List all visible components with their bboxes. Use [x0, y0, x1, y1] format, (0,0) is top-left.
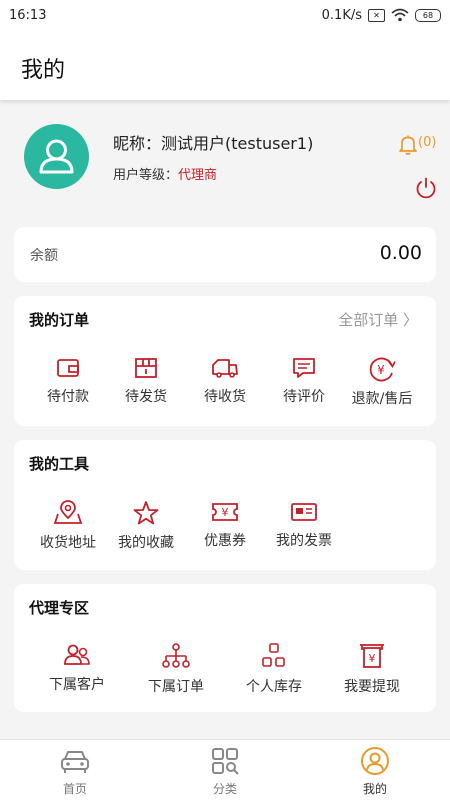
svg-text:¥: ¥ [369, 652, 376, 665]
all-orders-link[interactable]: 全部订单 〉 [338, 309, 418, 330]
order-pending-review[interactable]: 待评价 [264, 356, 344, 406]
status-bar: 16:13 0.1K/s ✕ 68 [0, 0, 450, 30]
package-icon [135, 358, 157, 378]
level-label: 用户等级： [113, 168, 179, 183]
car-icon [61, 751, 89, 773]
hierarchy-icon [162, 643, 190, 668]
agent-item-label: 个人库存 [246, 679, 302, 695]
agent-orders[interactable]: 下属订单 [136, 642, 216, 696]
order-item-label: 待评价 [283, 389, 325, 405]
tools-card: 我的工具 收货地址 我的收藏 ¥ 优惠券 我的发票 [14, 440, 436, 570]
balance-value: 0.00 [379, 242, 422, 264]
agent-inventory[interactable]: 个人库存 [234, 642, 314, 696]
orders-title: 我的订单 [29, 311, 90, 329]
agent-card: 代理专区 下属客户 下属订单 个人库存 ¥ 我要提现 [14, 584, 436, 712]
order-pending-shipment[interactable]: 待发货 [106, 356, 186, 406]
network-speed: 0.1K/s [321, 7, 362, 23]
level-row: 用户等级：代理商 [113, 164, 217, 183]
tool-item-label: 收货地址 [40, 535, 96, 551]
page-header: 我的 [0, 30, 450, 100]
tools-title: 我的工具 [29, 455, 90, 473]
user-icon [361, 747, 389, 775]
tool-invoices[interactable]: 我的发票 [264, 500, 344, 550]
tab-mine[interactable]: 我的 [335, 746, 415, 797]
balance-label: 余额 [30, 248, 58, 264]
logout-power-icon[interactable] [414, 176, 438, 200]
agent-item-label: 下属订单 [148, 679, 204, 695]
tool-item-label: 我的收藏 [118, 535, 174, 551]
order-refund-aftersale[interactable]: ¥ 退款/售后 [342, 356, 422, 408]
tab-label: 分类 [212, 782, 237, 796]
svg-text:¥: ¥ [222, 506, 229, 519]
agent-title: 代理专区 [29, 599, 90, 617]
user-avatar-icon [39, 139, 74, 174]
tab-label: 首页 [62, 782, 87, 796]
invoice-icon [291, 503, 317, 521]
bell-icon[interactable] [398, 134, 418, 156]
order-item-label: 待发货 [125, 389, 167, 405]
status-icons: 0.1K/s ✕ 68 [322, 8, 441, 23]
comment-icon [293, 358, 315, 378]
orders-card: 我的订单 全部订单 〉 待付款 待发货 待收货 待评价 ¥ 退款/售后 [14, 296, 436, 426]
wifi-icon [391, 8, 409, 22]
order-pending-payment[interactable]: 待付款 [28, 356, 108, 406]
agent-item-label: 下属客户 [49, 677, 105, 693]
withdraw-icon: ¥ [360, 644, 384, 668]
order-item-label: 待付款 [47, 389, 89, 405]
star-icon [133, 501, 159, 525]
tab-category[interactable]: 分类 [185, 746, 265, 797]
sim-icon: ✕ [368, 8, 385, 22]
tool-item-label: 优惠券 [204, 533, 246, 549]
refund-icon: ¥ [369, 357, 396, 382]
agent-withdraw[interactable]: ¥ 我要提现 [332, 642, 412, 696]
coupon-icon: ¥ [212, 503, 238, 521]
page-title: 我的 [21, 58, 66, 83]
order-pending-receipt[interactable]: 待收货 [185, 356, 265, 406]
bottom-tab-bar: 首页 分类 我的 [0, 739, 450, 801]
tool-item-label: 我的发票 [276, 533, 332, 549]
nickname-label: 昵称： [113, 134, 162, 153]
truck-icon [212, 359, 238, 378]
nickname-value: 测试用户(testuser1) [161, 134, 314, 153]
tab-home[interactable]: 首页 [35, 746, 115, 797]
inventory-icon [262, 643, 285, 667]
balance-card[interactable]: 余额 0.00 [14, 227, 436, 282]
wallet-icon [57, 359, 79, 377]
notification-count[interactable]: (0) [418, 135, 436, 150]
order-item-label: 待收货 [204, 389, 246, 405]
level-value: 代理商 [178, 168, 218, 183]
category-icon [212, 748, 239, 775]
agent-customers[interactable]: 下属客户 [37, 642, 117, 694]
tool-favorites[interactable]: 我的收藏 [106, 500, 186, 552]
svg-text:¥: ¥ [377, 363, 385, 377]
tab-label: 我的 [362, 782, 387, 796]
customers-icon [64, 644, 90, 665]
tool-coupons[interactable]: ¥ 优惠券 [185, 500, 265, 550]
status-time: 16:13 [9, 7, 47, 23]
avatar[interactable] [24, 124, 89, 189]
order-item-label: 退款/售后 [351, 391, 413, 407]
nickname-row: 昵称：测试用户(testuser1) [113, 130, 313, 154]
agent-item-label: 我要提现 [344, 679, 400, 695]
tool-address[interactable]: 收货地址 [28, 500, 108, 552]
battery-icon: 68 [415, 8, 441, 22]
location-icon [53, 500, 83, 524]
